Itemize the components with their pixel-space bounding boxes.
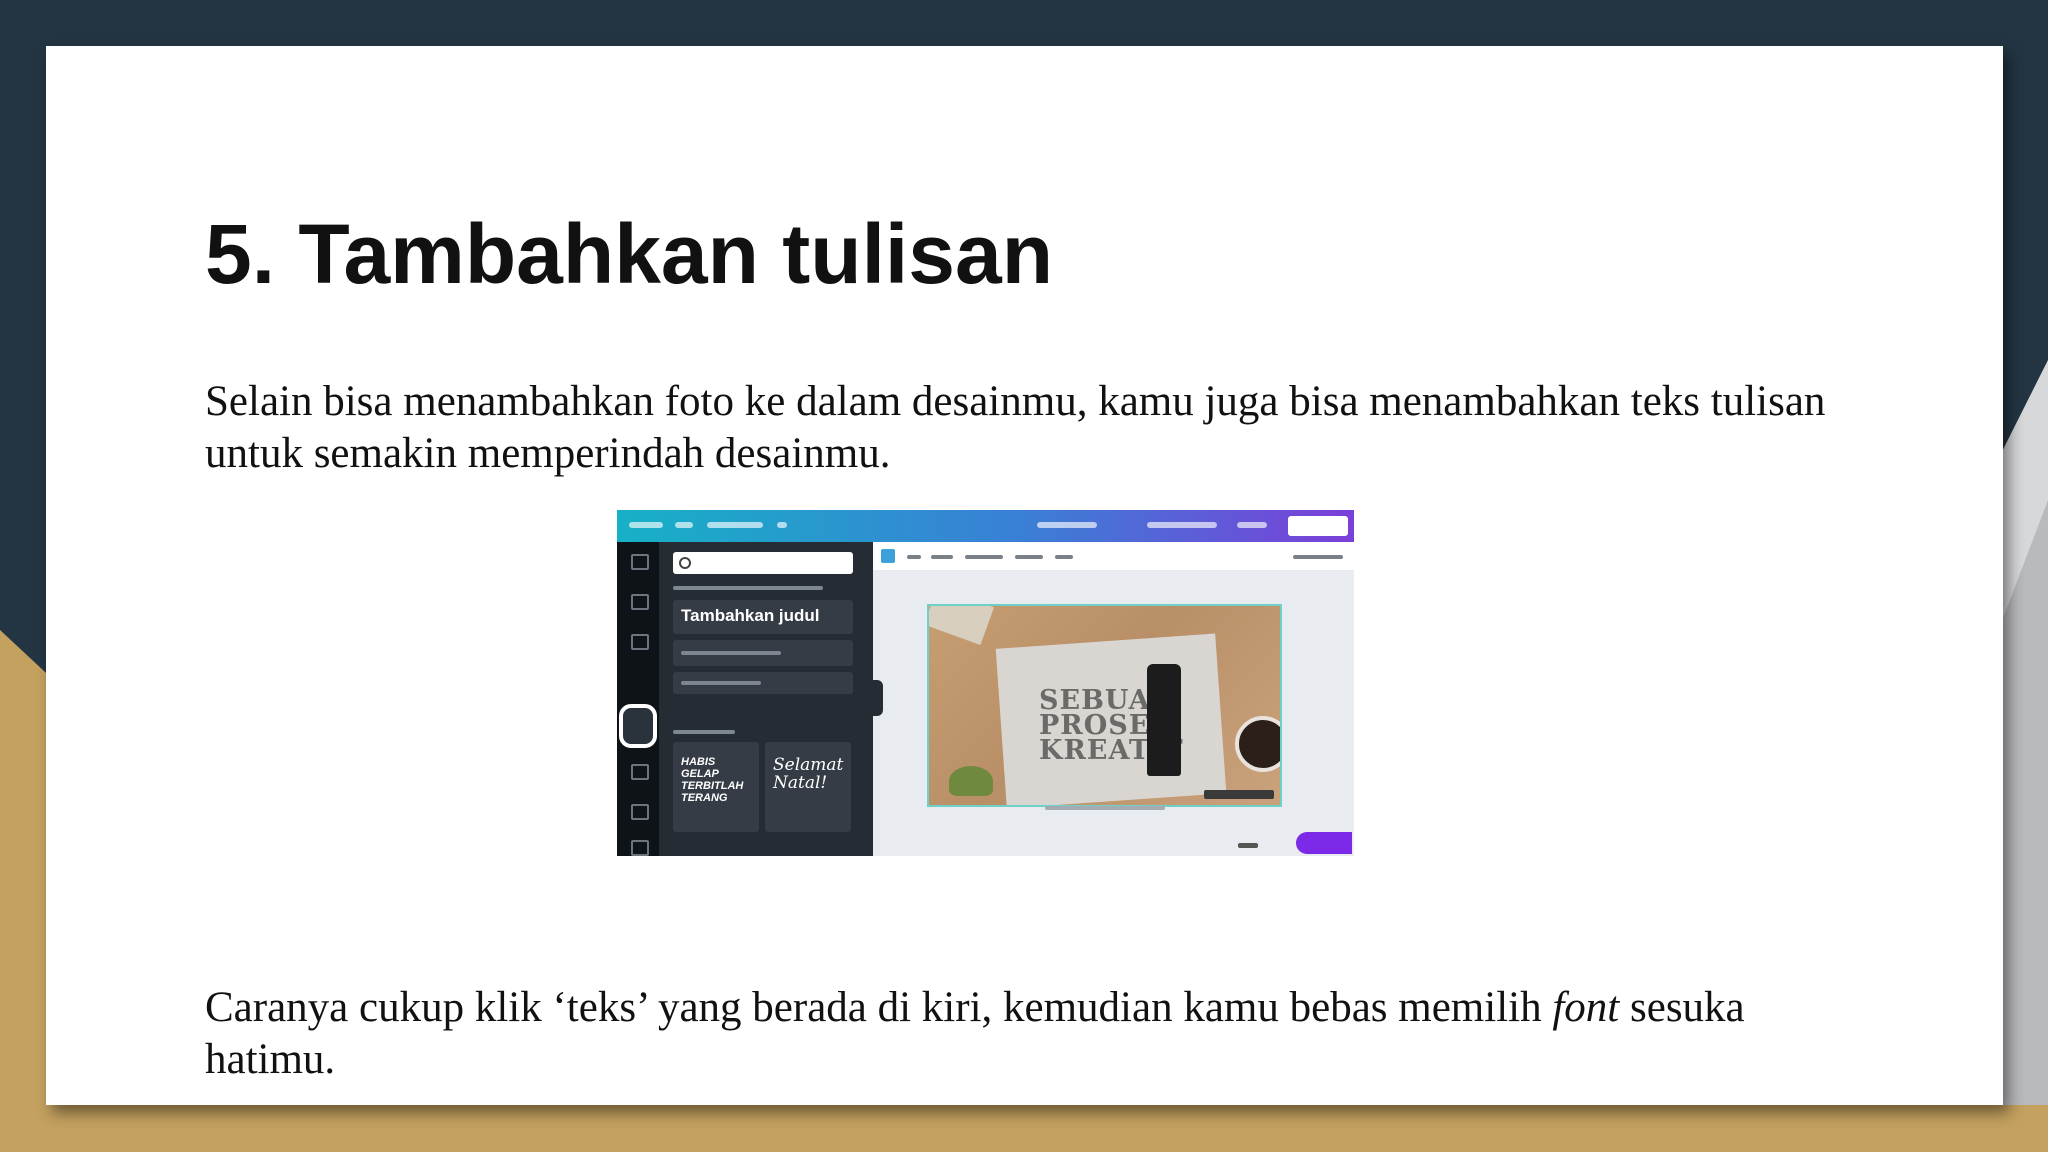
- font-combo-text: HABIS GELAP TERBITLAH TERANG: [681, 756, 744, 804]
- toolbar-item-placeholder: [907, 555, 921, 559]
- canvas-tag: [1204, 790, 1274, 799]
- menu-item-placeholder: [1037, 522, 1097, 528]
- font-combo-text: Selamat Natal!: [773, 755, 844, 793]
- canvas-plant: [949, 766, 993, 796]
- menu-item-placeholder: [675, 522, 693, 528]
- intro-paragraph: Selain bisa menambahkan foto ke dalam de…: [205, 378, 1826, 477]
- design-canvas: SEBUAH PROSES KREATIF: [927, 604, 1282, 807]
- font-combo-heading: [673, 730, 735, 734]
- video-icon: [631, 804, 649, 820]
- color-icon: [881, 549, 895, 563]
- elements-icon: [631, 634, 649, 650]
- canva-top-bar: [617, 510, 1354, 542]
- toolbar-item-placeholder: [965, 555, 1003, 559]
- add-page-placeholder: [1045, 806, 1165, 810]
- toolbar-actions-placeholder: [1293, 555, 1343, 559]
- instruction-text-before: Caranya cukup klik ‘teks’ yang berada di…: [205, 984, 1553, 1031]
- editor-toolbar: [873, 542, 1354, 570]
- slide-title: 5. Tambahkan tulisan: [205, 207, 1053, 301]
- background-icon: [631, 840, 649, 856]
- toolbar-item-placeholder: [931, 555, 953, 559]
- panel-collapse-handle: [873, 680, 883, 716]
- text-panel: Tambahkan judul HABIS GELAP TERBITLAH TE…: [659, 542, 873, 856]
- share-button: [1288, 516, 1348, 536]
- panel-hint-line: [673, 586, 823, 590]
- canva-text-screenshot: Tambahkan judul HABIS GELAP TERBITLAH TE…: [617, 510, 1354, 856]
- search-icon: [679, 557, 691, 569]
- toolbar-item-placeholder: [1055, 555, 1073, 559]
- instruction-paragraph: Caranya cukup klik ‘teks’ yang berada di…: [205, 982, 1855, 1086]
- add-body-box: [673, 672, 853, 694]
- menu-item-placeholder: [1147, 522, 1217, 528]
- add-heading-box: Tambahkan judul: [673, 600, 853, 634]
- slide: 5. Tambahkan tulisan Selain bisa menamba…: [46, 46, 2003, 1105]
- body-placeholder: [681, 681, 761, 685]
- menu-item-placeholder: [1237, 522, 1267, 528]
- menu-item-placeholder: [629, 522, 663, 528]
- add-subheading-box: [673, 640, 853, 666]
- search-input: [673, 552, 853, 574]
- photos-icon: [631, 594, 649, 610]
- templates-icon: [631, 554, 649, 570]
- canvas-bottle: [1147, 664, 1181, 776]
- canvas-paper-decoration: [929, 606, 995, 646]
- subheading-placeholder: [681, 651, 781, 655]
- zoom-level-placeholder: [1238, 843, 1258, 848]
- add-heading-label: Tambahkan judul: [681, 606, 820, 625]
- toolbar-item-placeholder: [1015, 555, 1043, 559]
- text-tab-highlight: [619, 704, 657, 748]
- music-icon: [631, 764, 649, 780]
- menu-item-placeholder: [707, 522, 763, 528]
- font-combo-tile: Selamat Natal!: [765, 742, 851, 832]
- font-combo-tile: HABIS GELAP TERBITLAH TERANG: [673, 742, 759, 832]
- help-button: [1296, 832, 1352, 854]
- undo-icon: [777, 522, 787, 528]
- font-word: font: [1552, 984, 1620, 1031]
- canva-side-rail: [617, 542, 659, 856]
- canvas-coffee-cup: [1235, 716, 1280, 772]
